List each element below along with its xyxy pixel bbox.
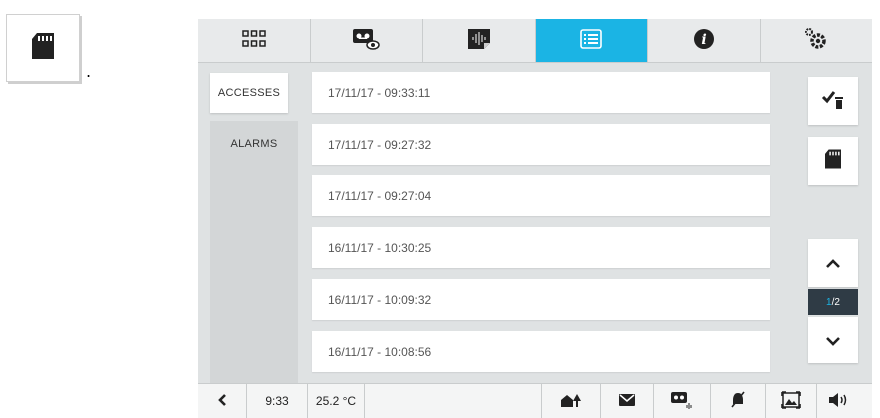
event-timestamp: 16/11/17 - 10:09:32: [328, 292, 432, 307]
page-indicator: 1/2: [808, 289, 858, 315]
list-item[interactable]: 17/11/17 - 09:27:04: [312, 175, 770, 216]
status-bar: 9:33 25.2 °C: [198, 383, 872, 418]
nav-selection-strip: [210, 167, 298, 383]
audio-message-icon: [467, 28, 490, 53]
list-item[interactable]: 16/11/17 - 10:30:25: [312, 227, 770, 268]
volume-button[interactable]: [817, 384, 861, 418]
sd-card-icon: [32, 33, 54, 63]
sd-card-button[interactable]: [6, 14, 80, 82]
device-screen: i ACCESSES ALARMS 17/11/17 - 09:33:11 17…: [198, 19, 872, 418]
back-button[interactable]: [198, 384, 247, 418]
event-timestamp: 17/11/17 - 09:27:04: [328, 188, 432, 203]
check-delete-icon: [821, 88, 845, 114]
nav-accesses[interactable]: ACCESSES: [210, 73, 288, 113]
nav-alarms[interactable]: ALARMS: [210, 121, 298, 167]
settings-icon: [803, 27, 829, 55]
tab-info[interactable]: i: [648, 19, 761, 62]
chevron-up-icon: [825, 254, 841, 273]
svg-text:i: i: [701, 32, 706, 48]
expand-image-icon: [781, 390, 801, 412]
list-item[interactable]: 16/11/17 - 10:09:32: [312, 279, 770, 320]
clock: 9:33: [247, 384, 308, 418]
clock-time: 9:33: [265, 394, 289, 408]
nav-accesses-label: ACCESSES: [217, 87, 281, 99]
event-timestamp: 16/11/17 - 10:30:25: [328, 240, 432, 255]
list-icon: [580, 28, 603, 53]
scroll-up-button[interactable]: [808, 239, 858, 287]
category-nav: ACCESSES ALARMS: [198, 63, 300, 383]
event-timestamp: 16/11/17 - 10:08:56: [328, 344, 432, 359]
sd-card-icon: [825, 149, 841, 173]
status-spacer: [365, 384, 542, 418]
delete-selected-button[interactable]: [808, 77, 858, 125]
home-status[interactable]: [542, 384, 601, 418]
voicemail-view-icon: [352, 27, 380, 55]
home-tree-icon: [560, 392, 582, 411]
tab-audio-messages[interactable]: [423, 19, 536, 62]
temperature: 25.2 °C: [308, 384, 365, 418]
voicemail-audio-icon: [670, 390, 694, 413]
page-total: /2: [831, 296, 840, 308]
ringer-off-status[interactable]: [711, 384, 766, 418]
scroll-down-button[interactable]: [808, 317, 858, 363]
video-message-status[interactable]: [654, 384, 711, 418]
list-item[interactable]: 16/11/17 - 10:08:56: [312, 331, 770, 372]
tab-settings[interactable]: [761, 19, 873, 62]
bell-off-icon: [729, 391, 747, 412]
temperature-value: 25.2 °C: [315, 394, 357, 408]
grid-icon: [242, 29, 266, 52]
trailing-dot: .: [86, 62, 92, 81]
save-to-sd-button[interactable]: [808, 137, 858, 185]
fullscreen-button[interactable]: [766, 384, 817, 418]
list-item[interactable]: 17/11/17 - 09:33:11: [312, 72, 770, 113]
top-tab-bar: i: [198, 19, 872, 63]
tab-event-log[interactable]: [535, 19, 648, 62]
messages-status[interactable]: [601, 384, 654, 418]
tab-video-messages[interactable]: [311, 19, 423, 62]
chevron-down-icon: [825, 331, 841, 350]
nav-alarms-label: ALARMS: [230, 138, 278, 150]
event-timestamp: 17/11/17 - 09:33:11: [328, 85, 431, 100]
info-icon: i: [693, 28, 715, 54]
speaker-volume-icon: [828, 392, 850, 411]
chevron-left-icon: [217, 393, 227, 410]
envelope-icon: [618, 393, 636, 410]
list-item[interactable]: 17/11/17 - 09:27:32: [312, 124, 770, 165]
action-column: 1/2: [784, 63, 872, 383]
tab-apps[interactable]: [198, 19, 311, 62]
event-timestamp: 17/11/17 - 09:27:32: [328, 137, 432, 152]
